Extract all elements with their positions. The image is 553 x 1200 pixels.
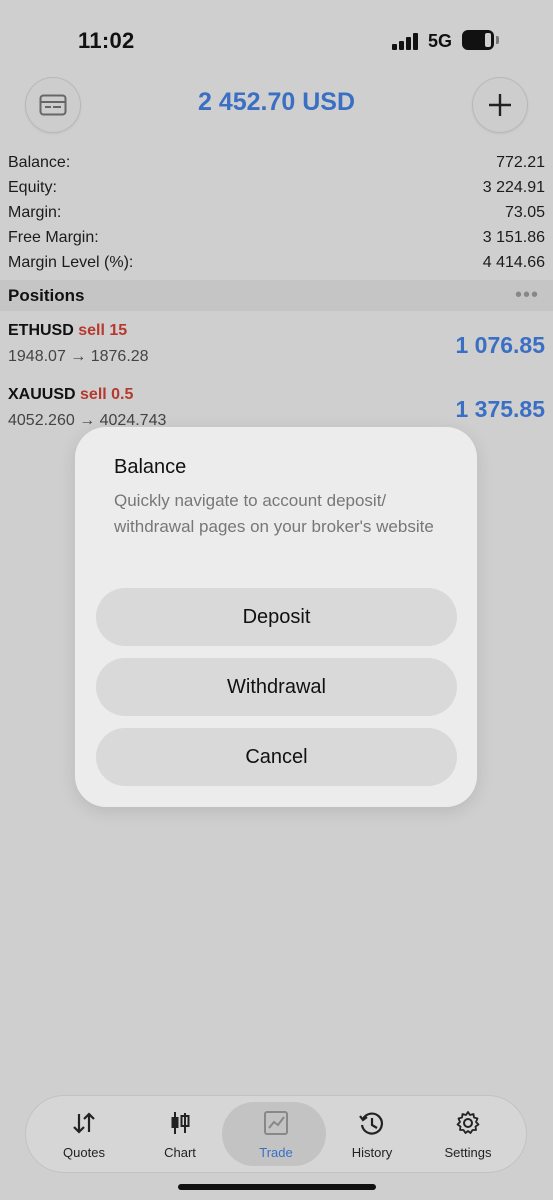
more-options-icon[interactable]: ••• [515, 284, 539, 307]
new-order-button[interactable] [472, 77, 528, 133]
position-row[interactable]: ETHUSD sell 15 1948.07 → 1876.28 1 076.8… [0, 322, 553, 384]
header-balance: 2 452.70 USD [197, 88, 356, 116]
position-side: sell 0.5 [80, 386, 134, 403]
tab-label: Settings [444, 1145, 492, 1160]
status-bar: 11:02 5G [0, 0, 553, 80]
account-label: Equity: [8, 179, 57, 196]
account-row-margin: Margin: 73.05 [8, 204, 545, 229]
gear-icon [456, 1111, 480, 1134]
deposit-card-button[interactable] [25, 77, 81, 133]
positions-header: Positions ••• [0, 280, 553, 311]
cancel-button[interactable]: Cancel [96, 728, 457, 786]
tab-trade[interactable]: Trade [222, 1096, 326, 1172]
position-symbol: XAUUSD [8, 386, 76, 403]
balance-dialog: Balance Quickly navigate to account depo… [76, 428, 476, 806]
home-indicator[interactable] [178, 1184, 376, 1190]
battery-icon [462, 30, 499, 50]
deposit-button[interactable]: Deposit [96, 588, 457, 646]
quotes-arrows-icon [73, 1112, 95, 1134]
history-clock-icon [359, 1112, 383, 1135]
account-value: 3 224.91 [482, 179, 545, 196]
account-value: 772.21 [496, 154, 545, 171]
tab-label: History [351, 1145, 393, 1160]
tab-history[interactable]: History [324, 1096, 420, 1172]
tab-bar: Quotes Chart Trade History Settings [26, 1096, 526, 1172]
tab-chart[interactable]: Chart [132, 1096, 228, 1172]
tab-label: Quotes [63, 1145, 105, 1160]
positions-title: Positions [8, 286, 85, 305]
account-value: 4 414.66 [482, 254, 545, 271]
account-value: 73.05 [504, 204, 545, 221]
tab-settings[interactable]: Settings [420, 1096, 516, 1172]
trade-chart-icon [264, 1111, 288, 1135]
account-row-equity: Equity: 3 224.91 [8, 179, 545, 204]
account-label: Margin: [8, 204, 62, 221]
account-row-free-margin: Free Margin: 3 151.86 [8, 229, 545, 254]
position-prices: 1948.07 → 1876.28 [8, 348, 149, 365]
tab-label: Trade [259, 1145, 293, 1160]
position-profit: 1 076.85 [455, 332, 545, 358]
tab-quotes[interactable]: Quotes [36, 1096, 132, 1172]
position-profit: 1 375.85 [455, 396, 545, 422]
status-time: 11:02 [78, 28, 135, 53]
tab-label: Chart [164, 1145, 196, 1160]
card-icon [39, 94, 67, 116]
plus-icon [489, 94, 511, 116]
signal-icon [392, 32, 422, 50]
account-label: Free Margin: [8, 229, 99, 246]
account-value: 3 151.86 [482, 229, 545, 246]
account-label: Margin Level (%): [8, 254, 134, 271]
candlestick-icon [171, 1112, 190, 1134]
network-type: 5G [428, 31, 453, 51]
dialog-message: Quickly navigate to account deposit/ wit… [114, 491, 434, 536]
position-symbol: ETHUSD [8, 322, 74, 339]
withdrawal-button[interactable]: Withdrawal [96, 658, 457, 716]
account-row-margin-level: Margin Level (%): 4 414.66 [8, 254, 545, 279]
account-label: Balance: [8, 154, 71, 171]
position-side: sell 15 [78, 322, 128, 339]
account-row-balance: Balance: 772.21 [8, 154, 545, 179]
dialog-title: Balance [114, 456, 187, 478]
